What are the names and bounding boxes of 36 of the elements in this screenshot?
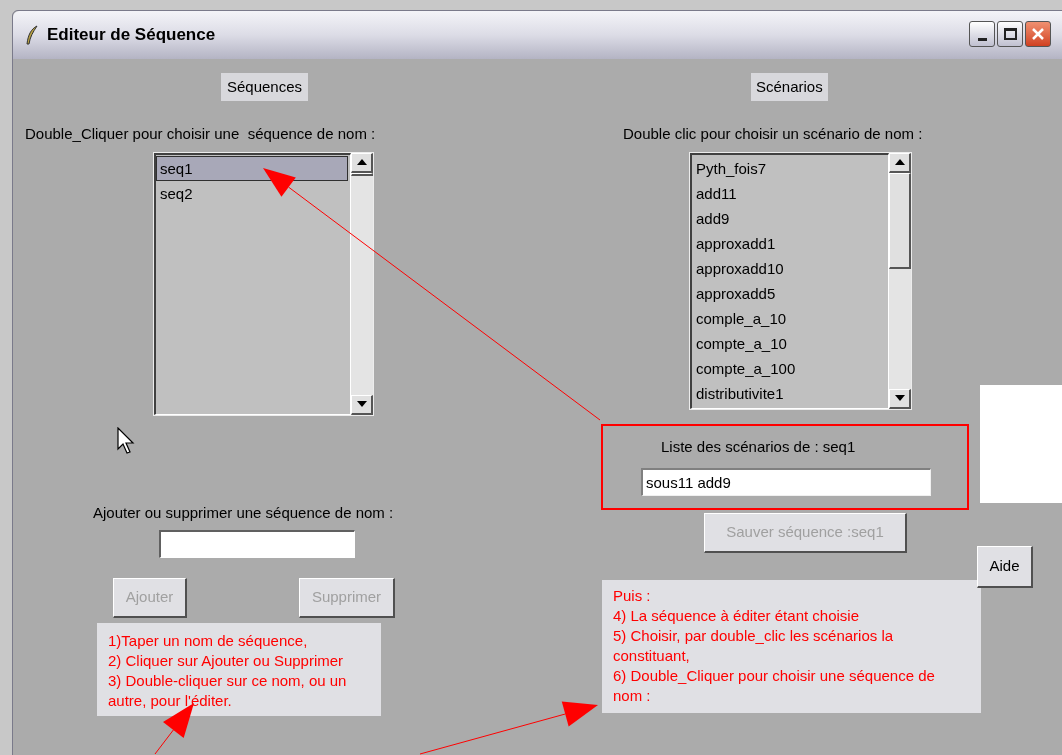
input-field[interactable]: sous11 add9 [641, 468, 931, 496]
close-icon [1031, 27, 1045, 41]
list-item[interactable]: compte_a_100 [692, 355, 888, 381]
field-label: Ajouter ou supprimer une séquence de nom : [93, 502, 394, 523]
minimize-button[interactable] [969, 21, 995, 47]
window-title: Editeur de Séquence [47, 24, 216, 47]
scrollbar[interactable] [351, 152, 373, 415]
button[interactable]: Aide [977, 545, 1033, 588]
list-item[interactable]: comple_a_10 [692, 305, 888, 331]
list-item[interactable]: distributivite1 [692, 380, 888, 406]
mouse-cursor-icon [117, 427, 135, 455]
instruction-label: Double_Cliquer pour choisir une séquence de nom : [25, 124, 376, 144]
maximize-button[interactable] [997, 21, 1023, 47]
input-field[interactable] [159, 530, 355, 558]
feather-icon [25, 25, 39, 45]
help-note: Puis : 4) La séquence à éditer étant choisie 5) Choisir, par double_clic les scénarios la constituant, 6) Double_Cliquer pour choisir une séquence de nom : [602, 579, 981, 713]
list-item[interactable]: approxadd1 [692, 230, 888, 256]
down-triangle-icon [356, 401, 367, 407]
list-item[interactable]: Pyth_fois7 [692, 155, 888, 181]
section-heading: Scénarios [751, 73, 828, 101]
up-triangle-icon [356, 159, 367, 165]
up-triangle-icon [894, 159, 905, 165]
list-item[interactable]: seq2 [156, 180, 350, 206]
field-label: Liste des scénarios de : seq1 [661, 436, 857, 457]
down-triangle-icon [894, 395, 905, 401]
list-item[interactable]: compte_a_10 [692, 330, 888, 356]
list-item[interactable]: add11 [692, 180, 888, 206]
list-item[interactable]: approxadd10 [692, 255, 888, 281]
list-item[interactable]: add9 [692, 205, 888, 231]
close-button[interactable] [1025, 21, 1051, 47]
section-heading: Séquences [221, 73, 309, 101]
instruction-label: Double clic pour choisir un scénario de nom : [623, 124, 923, 144]
help-note: 1)Taper un nom de séquence, 2) Cliquer sur Ajouter ou Supprimer 3) Double-cliquer sur ce nom, ou un autre, pour l'éditer. [97, 623, 381, 716]
scrollbar[interactable] [889, 152, 911, 409]
list-item[interactable]: approxadd5 [692, 280, 888, 306]
list-item[interactable]: seq1 [156, 155, 348, 181]
